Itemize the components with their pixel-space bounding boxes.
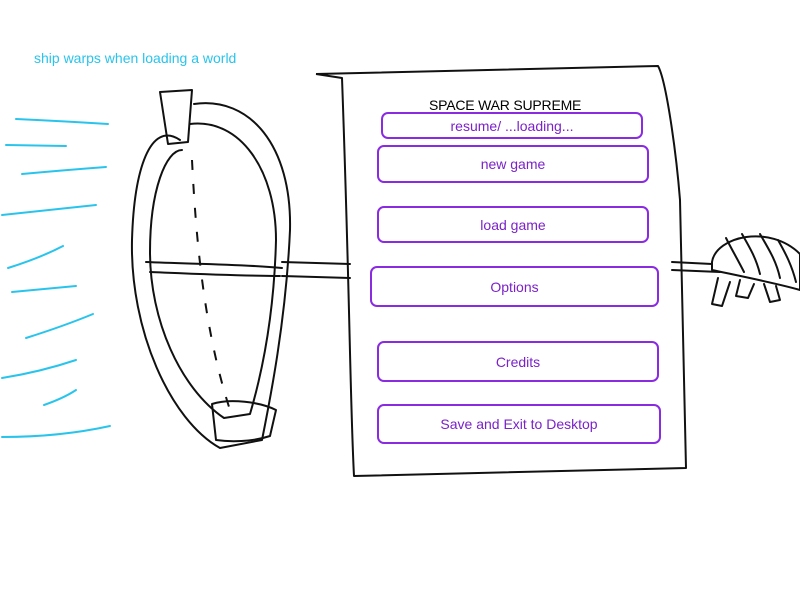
load-game-button[interactable]: load game — [377, 206, 649, 243]
new-game-button[interactable]: new game — [377, 145, 649, 183]
warp-annotation: ship warps when loading a world — [34, 50, 237, 66]
engine-pod — [671, 233, 800, 307]
game-title: SPACE WAR SUPREME — [429, 97, 582, 113]
credits-button[interactable]: Credits — [377, 341, 659, 382]
warp-lines — [1, 118, 111, 438]
resume-button[interactable]: resume/ ...loading... — [381, 112, 643, 139]
hull-centerline — [191, 159, 231, 411]
options-button[interactable]: Options — [370, 266, 659, 307]
ship-hull — [130, 89, 351, 449]
save-exit-button[interactable]: Save and Exit to Desktop — [377, 404, 661, 444]
